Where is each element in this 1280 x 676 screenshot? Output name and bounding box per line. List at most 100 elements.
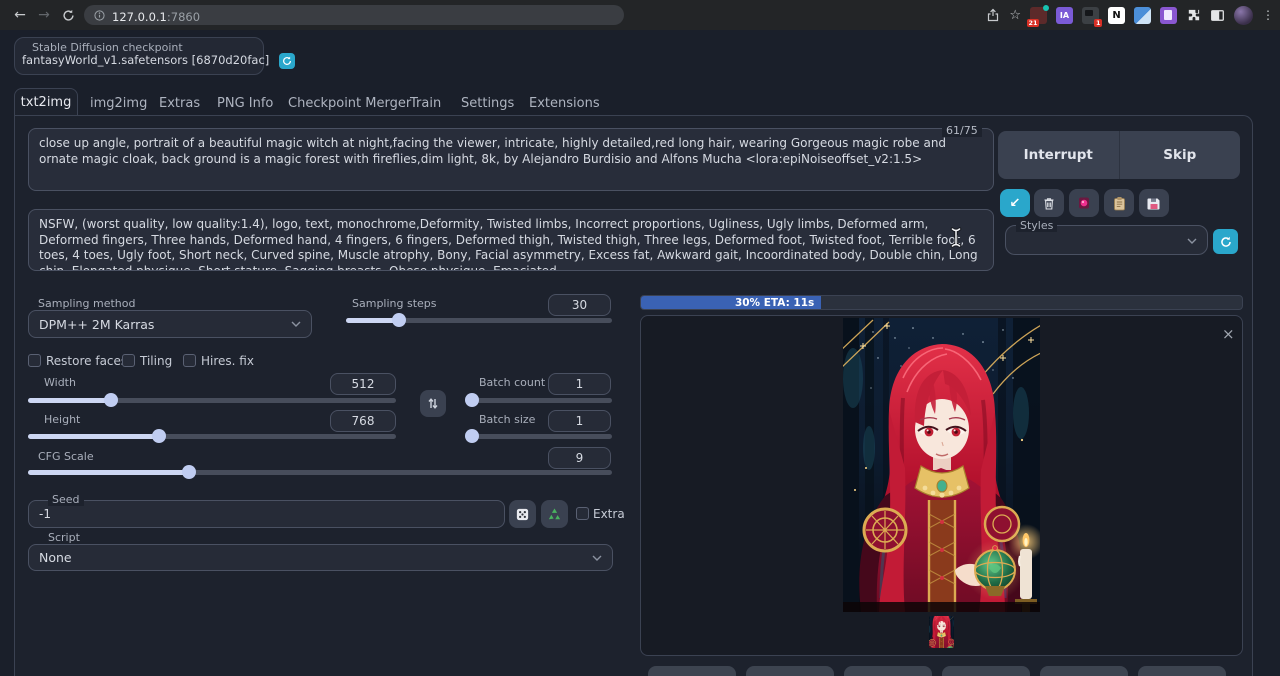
extension-badge-1: 1: [1094, 19, 1102, 27]
save-style-button[interactable]: [1139, 189, 1169, 217]
seed-label: Seed: [48, 493, 84, 506]
apply-style-button[interactable]: [1104, 189, 1134, 217]
swap-dimensions-button[interactable]: [420, 390, 446, 417]
paste-generation-params-button[interactable]: ↙: [1000, 189, 1030, 217]
reuse-seed-button[interactable]: [541, 500, 568, 528]
tab-png-info[interactable]: PNG Info: [217, 96, 273, 111]
bookmark-star-icon[interactable]: ☆: [1009, 8, 1021, 23]
extension-icon-2[interactable]: 1: [1082, 7, 1099, 24]
extension-icon-ia[interactable]: IA: [1056, 7, 1073, 24]
arrow-down-left-icon: ↙: [1010, 196, 1021, 211]
progress-label: 30% ETA: 11s: [735, 297, 814, 309]
cfg-scale-input[interactable]: 9: [548, 447, 611, 469]
bottom-action-button[interactable]: [844, 666, 932, 676]
swap-arrows-icon: [427, 397, 439, 410]
extensions-puzzle-icon[interactable]: [1186, 8, 1201, 23]
progress-fill: 30% ETA: 11s: [641, 296, 821, 309]
url-port: :7860: [167, 10, 200, 24]
generated-image[interactable]: [843, 318, 1040, 612]
gallery-thumbnail[interactable]: [929, 616, 954, 648]
generate-actions: Interrupt Skip: [998, 131, 1240, 179]
sampling-steps-input[interactable]: 30: [548, 294, 611, 316]
extra-seed-label: Extra: [593, 507, 625, 521]
negative-prompt-input[interactable]: NSFW, (worst quality, low quality:1.4), …: [28, 209, 994, 271]
cfg-scale-label: CFG Scale: [38, 450, 94, 463]
browser-toolbar: ← → 127.0.0.1:7860 ☆ 21 IA 1 N ⋮: [0, 0, 1280, 30]
extra-networks-button[interactable]: [1069, 189, 1099, 217]
address-bar[interactable]: 127.0.0.1:7860: [84, 5, 624, 25]
prompt-input[interactable]: close up angle, portrait of a beautiful …: [28, 128, 994, 191]
extension-icon-notion[interactable]: N: [1108, 7, 1125, 24]
skip-button[interactable]: Skip: [1120, 131, 1241, 179]
avatar[interactable]: [1234, 6, 1253, 25]
width-slider[interactable]: [28, 398, 396, 403]
restore-faces-checkbox[interactable]: [28, 354, 41, 367]
extension-icon-3[interactable]: [1134, 7, 1151, 24]
bottom-action-button[interactable]: [942, 666, 1030, 676]
bottom-action-button[interactable]: [1040, 666, 1128, 676]
clear-prompt-button[interactable]: [1034, 189, 1064, 217]
batch-size-slider[interactable]: [466, 434, 612, 439]
height-slider[interactable]: [28, 434, 396, 439]
styles-label: Styles: [1016, 219, 1057, 232]
url-host: 127.0.0.1: [112, 10, 167, 24]
tiling-checkbox[interactable]: [122, 354, 135, 367]
side-panel-icon[interactable]: [1210, 8, 1225, 23]
seed-input[interactable]: -1: [28, 500, 505, 528]
info-icon[interactable]: [94, 10, 105, 21]
card-icon: [1077, 196, 1091, 210]
tab-settings[interactable]: Settings: [461, 96, 514, 111]
refresh-icon: [1220, 236, 1232, 248]
recycle-icon: [547, 507, 562, 522]
token-counter: 61/75: [942, 124, 982, 137]
trash-icon: [1042, 196, 1056, 211]
tab-img2img[interactable]: img2img: [90, 96, 147, 111]
random-seed-button[interactable]: [509, 500, 536, 528]
height-input[interactable]: 768: [330, 410, 396, 432]
dice-icon: [515, 507, 530, 522]
cfg-scale-slider[interactable]: [28, 470, 612, 475]
batch-count-slider[interactable]: [466, 398, 612, 403]
tab-checkpoint-merger[interactable]: Checkpoint Merger: [288, 96, 411, 111]
close-icon[interactable]: ×: [1222, 325, 1235, 343]
checkpoint-refresh-button[interactable]: [279, 53, 295, 69]
batch-count-input[interactable]: 1: [548, 373, 611, 395]
tab-extensions[interactable]: Extensions: [529, 96, 600, 111]
reload-icon[interactable]: [56, 9, 80, 22]
bottom-action-button[interactable]: [746, 666, 834, 676]
batch-count-label: Batch count: [479, 376, 545, 389]
extra-seed-checkbox[interactable]: [576, 507, 589, 520]
sampling-method-label: Sampling method: [38, 297, 135, 310]
progress-bar: 30% ETA: 11s: [640, 295, 1243, 310]
restore-faces-label: Restore faces: [46, 354, 127, 368]
checkpoint-dropdown[interactable]: fantasyWorld_v1.safetensors [6870d20fac]: [22, 53, 260, 67]
width-label: Width: [44, 376, 76, 389]
hires-fix-checkbox[interactable]: [183, 354, 196, 367]
sampling-method-dropdown[interactable]: DPM++ 2M Karras: [28, 310, 312, 338]
bottom-action-button[interactable]: [648, 666, 736, 676]
chevron-down-icon: [592, 555, 602, 561]
script-label: Script: [44, 531, 84, 544]
tab-txt2img[interactable]: txt2img: [14, 88, 78, 116]
chevron-down-icon: [1187, 238, 1197, 244]
clipboard-icon: [1113, 196, 1126, 211]
batch-size-input[interactable]: 1: [548, 410, 611, 432]
share-icon[interactable]: [986, 8, 1000, 22]
interrupt-button[interactable]: Interrupt: [998, 131, 1120, 179]
styles-refresh-button[interactable]: [1213, 229, 1238, 254]
tab-extras[interactable]: Extras: [159, 96, 200, 111]
hires-fix-label: Hires. fix: [201, 354, 254, 368]
bottom-action-button[interactable]: [1138, 666, 1226, 676]
kebab-menu-icon[interactable]: ⋮: [1262, 8, 1274, 22]
sampling-steps-label: Sampling steps: [352, 297, 437, 310]
extension-icon-1[interactable]: 21: [1030, 7, 1047, 24]
extension-icon-4[interactable]: [1160, 7, 1177, 24]
script-dropdown[interactable]: None: [28, 544, 613, 571]
sampling-steps-slider[interactable]: [346, 318, 612, 323]
back-icon[interactable]: ←: [8, 7, 32, 23]
tiling-label: Tiling: [140, 354, 172, 368]
tab-train[interactable]: Train: [410, 96, 441, 111]
refresh-icon: [282, 56, 292, 66]
width-input[interactable]: 512: [330, 373, 396, 395]
forward-icon[interactable]: →: [32, 7, 56, 23]
